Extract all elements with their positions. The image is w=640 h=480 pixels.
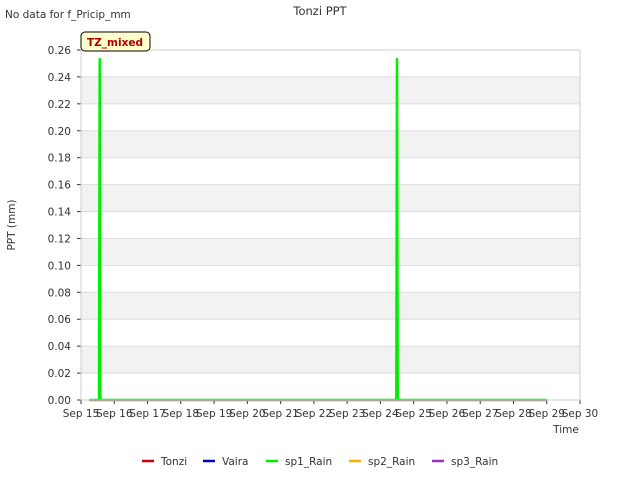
x-axis-ticks: Sep 15Sep 16Sep 17Sep 18Sep 19Sep 20Sep … — [63, 400, 599, 420]
chart-title: Tonzi PPT — [292, 4, 347, 18]
annotation-box: TZ_mixed — [80, 31, 151, 52]
y-tick-label: 0.16 — [48, 180, 72, 192]
x-tick-label: Sep 23 — [329, 408, 366, 420]
plot-band — [81, 184, 580, 212]
y-tick-label: 0.02 — [48, 368, 71, 380]
y-tick-label: 0.14 — [48, 207, 72, 219]
plot-band — [81, 130, 580, 158]
x-tick-label: Sep 22 — [296, 408, 333, 420]
y-axis-ticks: 0.00 0.02 0.04 0.06 0.08 0.10 0.12 0.14 0.16 0.18… — [48, 45, 81, 407]
plot-band — [81, 346, 580, 374]
y-tick-label: 0.24 — [48, 72, 72, 84]
legend-item-sp1-rain: sp1_Rain — [266, 456, 332, 468]
y-tick-label: 0.06 — [48, 314, 72, 326]
y-tick-label: 0.10 — [48, 260, 71, 272]
x-tick-label: Sep 18 — [163, 408, 200, 420]
x-tick-label: Sep 30 — [562, 408, 599, 420]
plot-band — [81, 76, 580, 104]
legend-label: sp2_Rain — [368, 456, 415, 468]
plot-band — [81, 238, 580, 266]
legend-label: sp1_Rain — [285, 456, 332, 468]
y-axis-label: PPT (mm) — [6, 199, 18, 250]
x-tick-label: Sep 17 — [129, 408, 166, 420]
x-tick-label: Sep 28 — [495, 408, 532, 420]
x-tick-label: Sep 15 — [63, 408, 100, 420]
x-tick-label: Sep 29 — [528, 408, 565, 420]
x-tick-label: Sep 20 — [229, 408, 266, 420]
y-tick-label: 0.00 — [48, 395, 71, 407]
plot-background — [81, 50, 580, 400]
plot-band — [81, 292, 580, 320]
legend-label: Vaira — [222, 456, 248, 468]
chart: No data for f_Pricip_mm Tonzi PPT 0.000.… — [5, 4, 599, 468]
y-tick-label: 0.22 — [48, 99, 71, 111]
annotation-label: TZ_mixed — [87, 37, 143, 49]
legend-label: Tonzi — [160, 456, 187, 468]
legend-item-sp3-rain: sp3_Rain — [432, 456, 498, 468]
x-tick-label: Sep 24 — [362, 408, 399, 420]
y-tick-label: 0.26 — [48, 45, 72, 57]
legend-item-sp2-rain: sp2_Rain — [349, 456, 415, 468]
x-tick-label: Sep 25 — [395, 408, 432, 420]
x-tick-label: Sep 21 — [262, 408, 299, 420]
legend-label: sp3_Rain — [451, 456, 498, 468]
y-tick-label: 0.20 — [48, 126, 71, 138]
x-tick-label: Sep 27 — [462, 408, 499, 420]
y-tick-label: 0.12 — [48, 233, 71, 245]
x-tick-label: Sep 19 — [196, 408, 233, 420]
x-tick-label: Sep 16 — [96, 408, 133, 420]
legend: Tonzi Vaira sp1_Rain sp2_Rain sp3_Rain — [142, 456, 498, 468]
y-tick-label: 0.08 — [48, 287, 71, 299]
no-data-note: No data for f_Pricip_mm — [5, 9, 131, 21]
y-tick-label: 0.18 — [48, 153, 71, 165]
x-tick-label: Sep 26 — [429, 408, 466, 420]
legend-item-vaira: Vaira — [203, 456, 248, 468]
legend-item-tonzi: Tonzi — [142, 456, 187, 468]
y-tick-label: 0.04 — [48, 341, 72, 353]
x-axis-label: Time — [552, 424, 579, 436]
